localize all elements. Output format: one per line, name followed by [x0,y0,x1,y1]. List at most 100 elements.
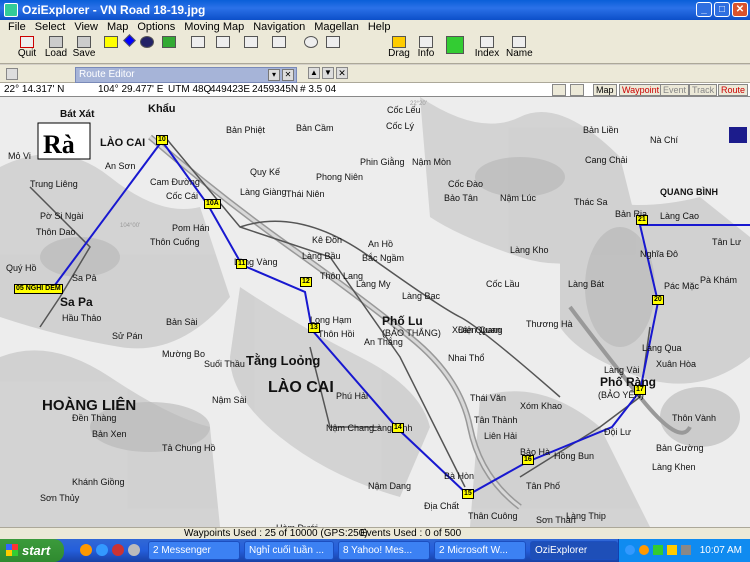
waypoint-marker[interactable]: 20 [652,295,664,305]
tray-network-icon[interactable] [653,545,663,555]
waypoint-marker[interactable]: 14 [392,423,404,433]
show-routes-button[interactable] [240,36,262,62]
desktop-icon[interactable] [128,544,140,556]
drag-button[interactable]: Drag [388,36,410,62]
quit-icon [20,36,34,48]
maximize-button[interactable]: □ [714,2,730,17]
taskbar-item-messenger[interactable]: 2 Messenger [148,541,240,560]
menu-select[interactable]: Select [35,20,66,34]
close-button[interactable]: ✕ [732,2,748,17]
map-place-label: Thương Hà [526,319,573,329]
wrench-icon[interactable] [6,68,18,80]
load-button[interactable]: Load [44,36,68,62]
mode-waypoint-button[interactable]: Waypoint [619,84,663,96]
diamond-icon [122,34,136,47]
name-button[interactable]: Name [506,36,533,62]
map-place-label: Suối Thầu [204,359,245,369]
map-place-label: LÀO CAI [100,137,146,149]
minimize-button[interactable]: _ [696,2,712,17]
map-place-label: Thôn Cuống [150,237,200,247]
tray-smiley-icon[interactable] [639,545,649,555]
waypoint-marker[interactable]: 15 [462,489,474,499]
map-place-label: Bản Sài [166,317,198,327]
tray-volume-icon[interactable] [681,545,691,555]
quit-button[interactable]: Quit [14,36,40,62]
track-tool-button[interactable] [160,36,178,62]
taskbar-item-browser[interactable]: Nghỉ cuối tuần ... [244,541,334,560]
menu-file[interactable]: File [8,20,26,34]
waypoint-marker[interactable]: 21 [636,215,648,225]
map-place-label: Làng Vài [604,365,640,375]
map-place-label: Làng Khen [652,462,696,472]
waypoint-marker[interactable]: 12 [300,277,312,287]
map-place-label: Thân Cuông [468,511,518,521]
map-place-label: Cốc Lếu [387,105,421,115]
taskbar-item-yahoo[interactable]: 8 Yahoo! Mes... [338,541,430,560]
route-editor-close-button[interactable]: ✕ [282,69,294,81]
info-button[interactable]: Info [416,36,436,62]
tray-shield-icon[interactable] [667,545,677,555]
map-place-label: Đội Lư [604,427,632,437]
map-place-label: Thôn Vành [672,413,717,423]
show-tracks-button[interactable] [268,36,290,62]
firefox-icon[interactable] [80,544,92,556]
route-editor-panel[interactable]: Route Editor ▾ ✕ [75,67,297,83]
route-editor-minimize-button[interactable]: ▾ [268,69,280,81]
print-icon[interactable] [552,84,566,96]
arrows-icon [446,36,464,54]
event-tool-button[interactable] [122,34,136,62]
map-place-label: Phố Lu [382,314,423,328]
save-button[interactable]: Save [72,36,96,62]
map-place-label: Hầu Thảo [62,313,102,323]
waypoint-marker[interactable]: 11 [236,259,248,269]
menu-help[interactable]: Help [368,20,391,34]
menu-magellan[interactable]: Magellan [314,20,359,34]
map-place-label: Mường Bo [162,349,205,359]
map-canvas[interactable]: Rà 22°20' 104°00' Bát Xát Khẩu LÀO CAI Cốc L… [0,97,750,527]
waypoint-tool-button[interactable] [104,36,118,62]
menu-moving-map[interactable]: Moving Map [184,20,244,34]
map-list-icon [326,36,340,48]
zoom-tool-button[interactable] [302,36,320,62]
show-waypoints-button[interactable] [188,36,208,62]
close-small-icon[interactable]: ✕ [336,67,348,79]
load-icon [49,36,63,48]
opera-icon[interactable] [112,544,124,556]
pan-button[interactable] [442,36,468,62]
map-place-label: Địa Chất [424,501,460,511]
route-tool-button[interactable] [140,36,154,62]
map-place-label: Làng Bạc [402,291,441,301]
name-icon [512,36,526,48]
waypoint-marker[interactable]: 16 [522,455,534,465]
menu-options[interactable]: Options [137,20,175,34]
internet-explorer-icon[interactable] [96,544,108,556]
mode-route-button[interactable]: Route [718,84,749,96]
waypoint-marker[interactable]: 10A [204,199,221,209]
map-place-label: Thôn Dao [36,227,76,237]
windows-logo-icon [6,544,18,556]
map-list-button[interactable] [324,36,342,62]
scroll-down-icon[interactable]: ▼ [322,67,334,79]
map-place-label: Thác Sa [574,197,608,207]
show-events-button[interactable] [212,36,234,62]
map-place-label: Cốc Đào [448,179,484,189]
save-map-icon[interactable] [570,84,584,96]
waypoint-marker[interactable]: 05 NGHI DEM [14,284,63,294]
oziexplorer-icon [4,3,18,17]
waypoint-marker[interactable]: 10 [156,135,168,145]
mode-track-button[interactable]: Track [689,84,718,96]
index-button[interactable]: Index [474,36,500,62]
waypoint-marker[interactable]: 13 [308,323,320,333]
scroll-up-icon[interactable]: ▲ [308,67,320,79]
mode-event-button[interactable]: Event [660,84,690,96]
taskbar-item-word[interactable]: 2 Microsoft W... [434,541,526,560]
menu-navigation[interactable]: Navigation [253,20,305,34]
menu-map[interactable]: Map [107,20,128,34]
show-icon [216,36,230,48]
waypoint-marker[interactable]: 17 [634,385,646,395]
svg-text:Rà: Rà [43,130,75,159]
mode-map-button[interactable]: Map [593,84,617,96]
tray-ie-icon[interactable] [625,545,635,555]
taskbar-item-oziexplorer[interactable]: OziExplorer [530,541,618,560]
menu-view[interactable]: View [74,20,98,34]
